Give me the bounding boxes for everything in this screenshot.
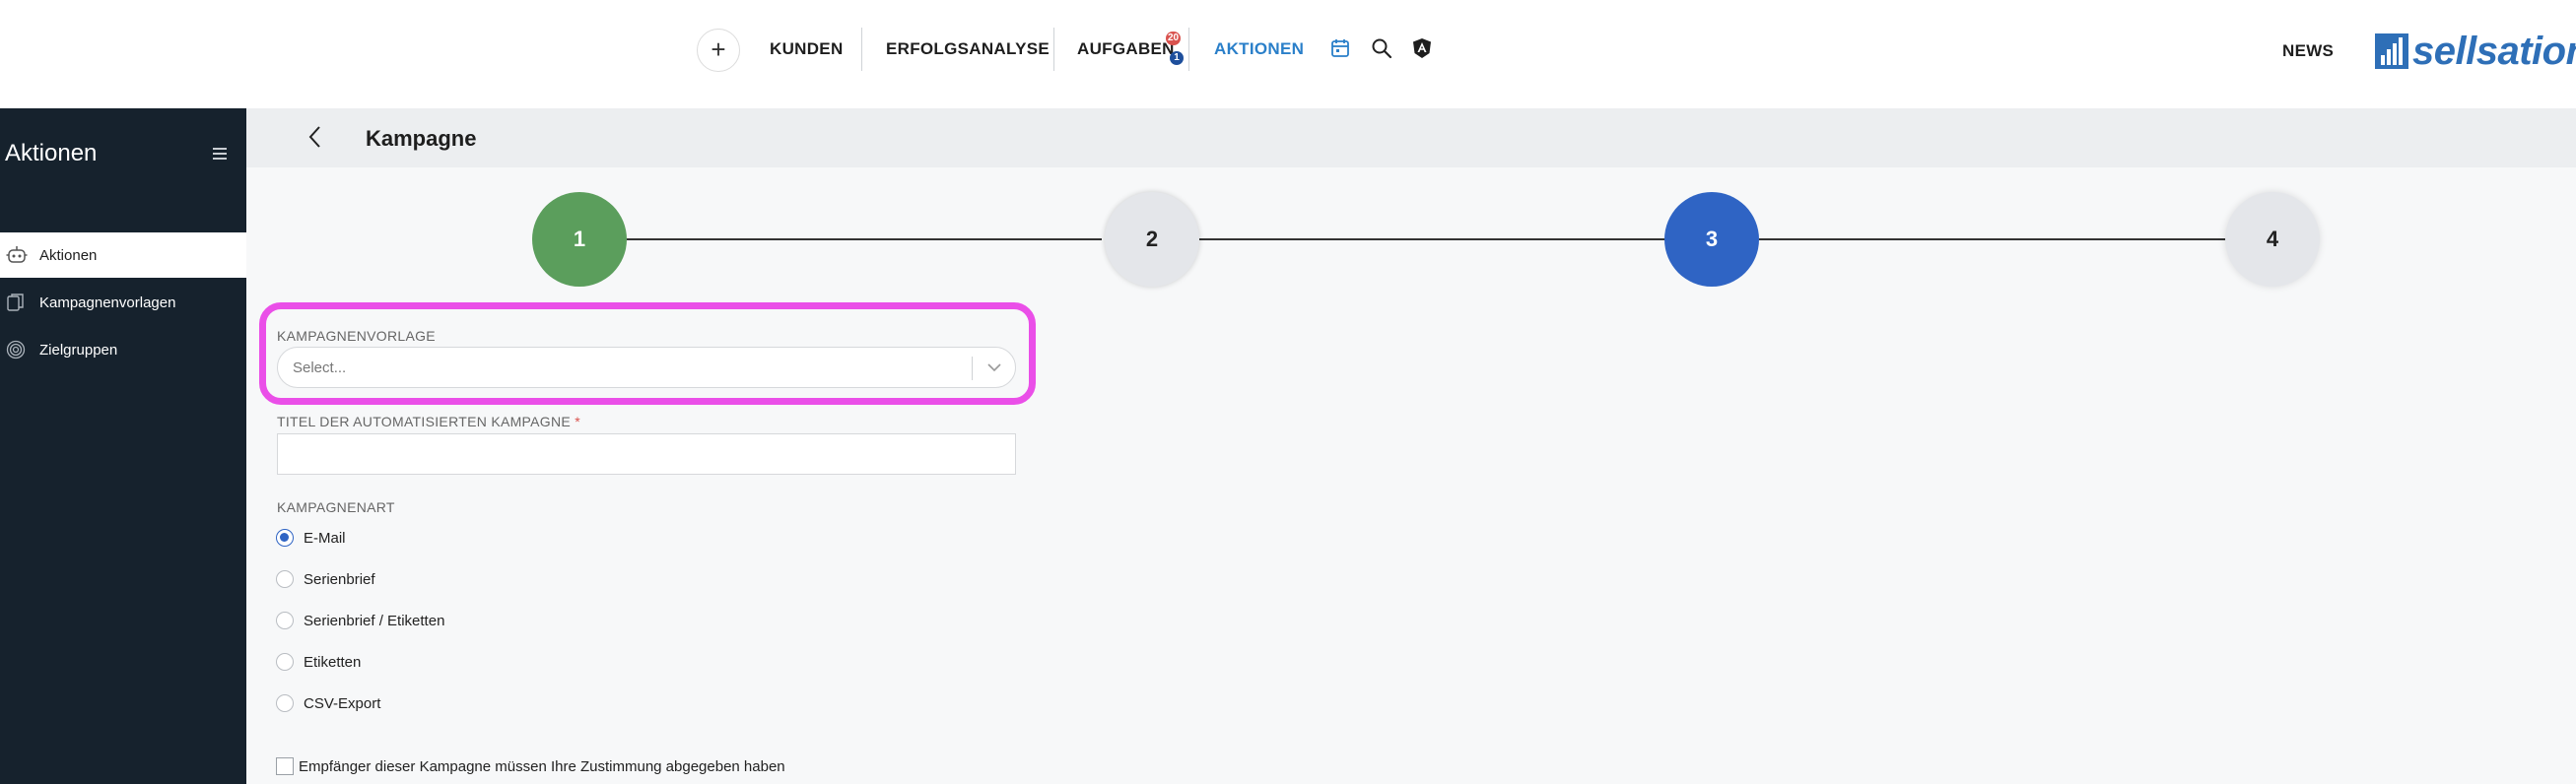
sidebar: Aktionen Aktionen Kampagnenvorlagen Ziel… [0,108,246,784]
angular-icon[interactable] [1412,37,1432,64]
page-title: Kampagne [366,126,477,151]
step-3[interactable]: 3 [1664,192,1759,287]
step-1[interactable]: 1 [532,192,627,287]
nav-separator [1188,28,1189,71]
type-label: KAMPAGNENART [277,499,395,515]
radio-button[interactable] [276,694,294,712]
nav-kunden[interactable]: KUNDEN [770,39,844,59]
news-link[interactable]: NEWS [2282,41,2334,61]
consent-label: Empfänger dieser Kampagne müssen Ihre Zu… [299,758,785,775]
sidebar-item-label: Kampagnenvorlagen [39,294,176,311]
calendar-icon[interactable] [1330,37,1350,64]
back-chevron-icon[interactable] [307,124,323,155]
radio-button[interactable] [276,653,294,671]
stepper-connector [627,238,1102,240]
top-navigation-bar: + KUNDEN ERFOLGSANALYSE AUFGABEN 20 1 AK… [0,0,2576,108]
nav-erfolgsanalyse[interactable]: ERFOLGSANALYSE [886,39,1050,59]
sidebar-item-label: Aktionen [39,247,98,264]
stepper-connector [1199,238,1666,240]
step-4[interactable]: 4 [2225,192,2320,287]
menu-toggle-icon[interactable] [213,148,227,163]
nav-aktionen[interactable]: AKTIONEN [1214,39,1304,59]
title-input[interactable] [277,433,1016,475]
template-placeholder: Select... [293,359,347,376]
sidebar-title: Aktionen [5,140,98,166]
sidebar-item-kampagnenvorlagen[interactable]: Kampagnenvorlagen [0,280,246,325]
required-mark: * [575,414,580,429]
radio-label: Serienbrief [304,571,375,588]
nav-separator [861,28,862,71]
sidebar-item-label: Zielgruppen [39,342,118,359]
nav-separator [1053,28,1054,71]
template-select[interactable]: Select... [277,347,1016,388]
sidebar-item-aktionen[interactable]: Aktionen [0,232,246,278]
search-icon[interactable] [1371,37,1392,64]
radio-label: CSV-Export [304,695,381,712]
tasks-subcount-badge: 1 [1170,51,1184,65]
step-2[interactable]: 2 [1105,192,1199,287]
sidebar-item-zielgruppen[interactable]: Zielgruppen [0,327,246,372]
add-button[interactable]: + [697,29,740,72]
radio-button[interactable] [276,612,294,629]
robot-icon [6,245,28,265]
radio-label: Serienbrief / Etiketten [304,613,445,629]
logo-text: sellsation [2412,30,2576,73]
page-header: Kampagne [246,108,2576,167]
radio-label: E-Mail [304,530,346,547]
title-label-text: TITEL DER AUTOMATISIERTEN KAMPAGNE [277,414,572,429]
nav-aufgaben[interactable]: AUFGABEN [1077,39,1175,59]
target-icon [6,340,26,359]
consent-checkbox[interactable] [276,757,294,775]
copy-icon [6,293,26,312]
radio-button[interactable] [276,570,294,588]
sellsation-logo: sellsation [2375,30,2576,73]
chevron-down-icon[interactable] [985,360,1003,379]
radio-label: Etiketten [304,654,362,671]
radio-button[interactable] [276,529,294,547]
select-divider [972,357,973,380]
stepper-connector [1759,238,2226,240]
tasks-count-badge: 20 [1166,32,1182,45]
title-label: TITEL DER AUTOMATISIERTEN KAMPAGNE * [277,414,580,429]
template-label: KAMPAGNENVORLAGE [277,328,436,344]
